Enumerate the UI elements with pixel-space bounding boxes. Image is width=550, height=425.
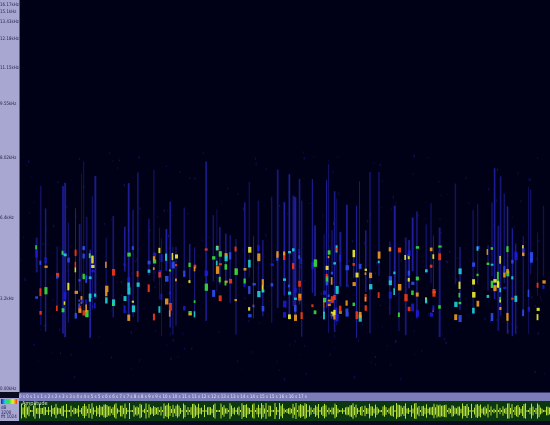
- time-ruler-labels: 0 s 0 s 1 s 1 s 2 s 2 s 3 s 3 s 4 s 4 s …: [19, 394, 307, 399]
- legend-line: fft 1024: [1, 414, 17, 419]
- amplitude-label: Amplitude: [22, 401, 48, 407]
- freq-label: 13.43kHz: [0, 19, 19, 24]
- amplitude-waveform-panel[interactable]: Amplitude: [19, 401, 550, 421]
- color-scale-bar: [1, 399, 17, 404]
- freq-label: 3.2kHz: [0, 296, 14, 301]
- freq-label: 12.18kHz: [0, 36, 19, 41]
- spectrogram-plot[interactable]: [20, 0, 550, 392]
- freq-label: 8.02kHz: [0, 155, 17, 160]
- waveform-canvas: [21, 403, 550, 419]
- freq-label: 16.17kHz: [0, 2, 19, 7]
- spectrogram-canvas[interactable]: [20, 0, 550, 392]
- freq-label: 6.4kHz: [0, 215, 14, 220]
- frequency-axis: 16.17kHz 15.1kHz 13.43kHz 12.18kHz 11.15…: [0, 0, 20, 392]
- freq-label: 11.15kHz: [0, 65, 19, 70]
- freq-label: 0.00kHz: [0, 386, 17, 391]
- spectrogram-window: 16.17kHz 15.1kHz 13.43kHz 12.18kHz 11.15…: [0, 0, 550, 421]
- freq-label: 9.55kHz: [0, 101, 17, 106]
- color-legend: dB 3200 fft 1024: [0, 398, 19, 421]
- freq-label: 15.1kHz: [0, 9, 17, 14]
